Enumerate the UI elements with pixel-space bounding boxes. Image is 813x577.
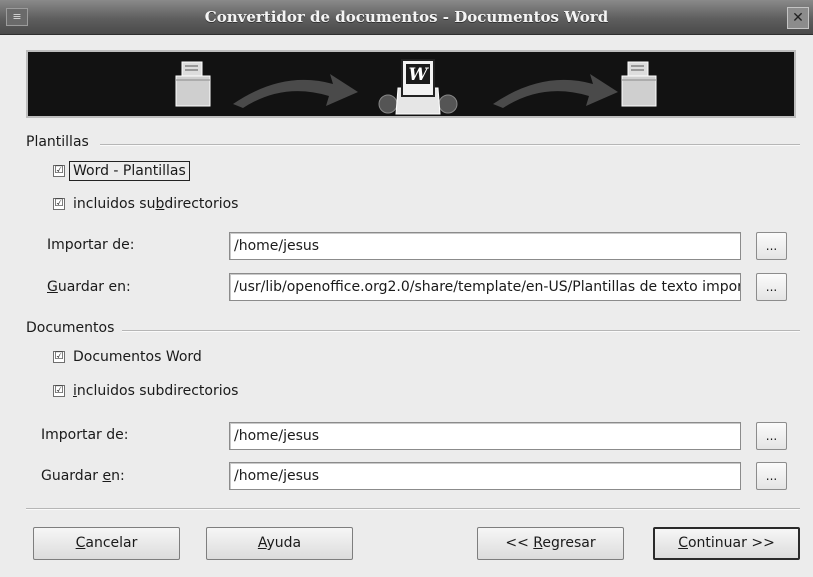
- wizard-banner: W: [26, 50, 796, 118]
- templates-save-label: Guardar en:: [47, 279, 131, 295]
- templates-import-path-input[interactable]: /home/jesus: [229, 232, 741, 260]
- documents-import-label: Importar de:: [41, 427, 129, 443]
- word-templates-checkbox[interactable]: ☑ Word - Plantillas: [53, 160, 190, 182]
- word-documents-checkbox[interactable]: ☑ Documentos Word: [53, 346, 202, 368]
- checkbox-checked-icon: ☑: [53, 385, 65, 397]
- documents-subdirectories-label: incluidos subdirectorios: [73, 383, 239, 399]
- word-logo-letter: W: [408, 65, 429, 85]
- templates-subdirectories-checkbox[interactable]: ☑ incluidos subdirectorios: [53, 193, 238, 215]
- word-templates-label: Word - Plantillas: [69, 161, 190, 181]
- documents-divider: [122, 330, 800, 332]
- documents-import-path-input[interactable]: /home/jesus: [229, 422, 741, 450]
- continue-button[interactable]: Continuar >>: [653, 527, 800, 560]
- checkbox-checked-icon: ☑: [53, 165, 65, 177]
- templates-save-browse-button[interactable]: ...: [756, 273, 787, 301]
- documents-save-browse-button[interactable]: ...: [756, 462, 787, 490]
- arrow-right-icon: [493, 74, 618, 108]
- back-button[interactable]: << Regresar: [477, 527, 624, 560]
- checkbox-checked-icon: ☑: [53, 351, 65, 363]
- window-title: Convertidor de documentos - Documentos W…: [204, 8, 609, 26]
- document-folder-icon: [175, 61, 211, 107]
- word-document-gears-icon: W: [378, 59, 458, 115]
- documents-section-label: Documentos: [26, 320, 115, 336]
- checkbox-checked-icon: ☑: [53, 198, 65, 210]
- close-button[interactable]: ✕: [787, 7, 809, 29]
- documents-import-browse-button[interactable]: ...: [756, 422, 787, 450]
- templates-subdirectories-label: incluidos subdirectorios: [73, 196, 239, 212]
- document-folder-icon: [621, 61, 657, 107]
- cancel-button[interactable]: Cancelar: [33, 527, 180, 560]
- templates-save-path-input[interactable]: /usr/lib/openoffice.org2.0/share/templat…: [229, 273, 741, 301]
- title-bar: ≡ Convertidor de documentos - Documentos…: [0, 0, 813, 35]
- help-button[interactable]: Ayuda: [206, 527, 353, 560]
- arrow-right-icon: [233, 74, 358, 108]
- documents-save-path-input[interactable]: /home/jesus: [229, 462, 741, 490]
- templates-divider: [100, 144, 800, 146]
- dialog-window: ≡ Convertidor de documentos - Documentos…: [0, 0, 813, 577]
- documents-subdirectories-checkbox[interactable]: ☑ incluidos subdirectorios: [53, 380, 238, 402]
- templates-import-browse-button[interactable]: ...: [756, 232, 787, 260]
- footer-divider: [26, 508, 800, 510]
- word-documents-label: Documentos Word: [73, 349, 202, 365]
- templates-section-label: Plantillas: [26, 134, 89, 150]
- templates-import-label: Importar de:: [47, 237, 135, 253]
- documents-save-label: Guardar en:: [41, 468, 125, 484]
